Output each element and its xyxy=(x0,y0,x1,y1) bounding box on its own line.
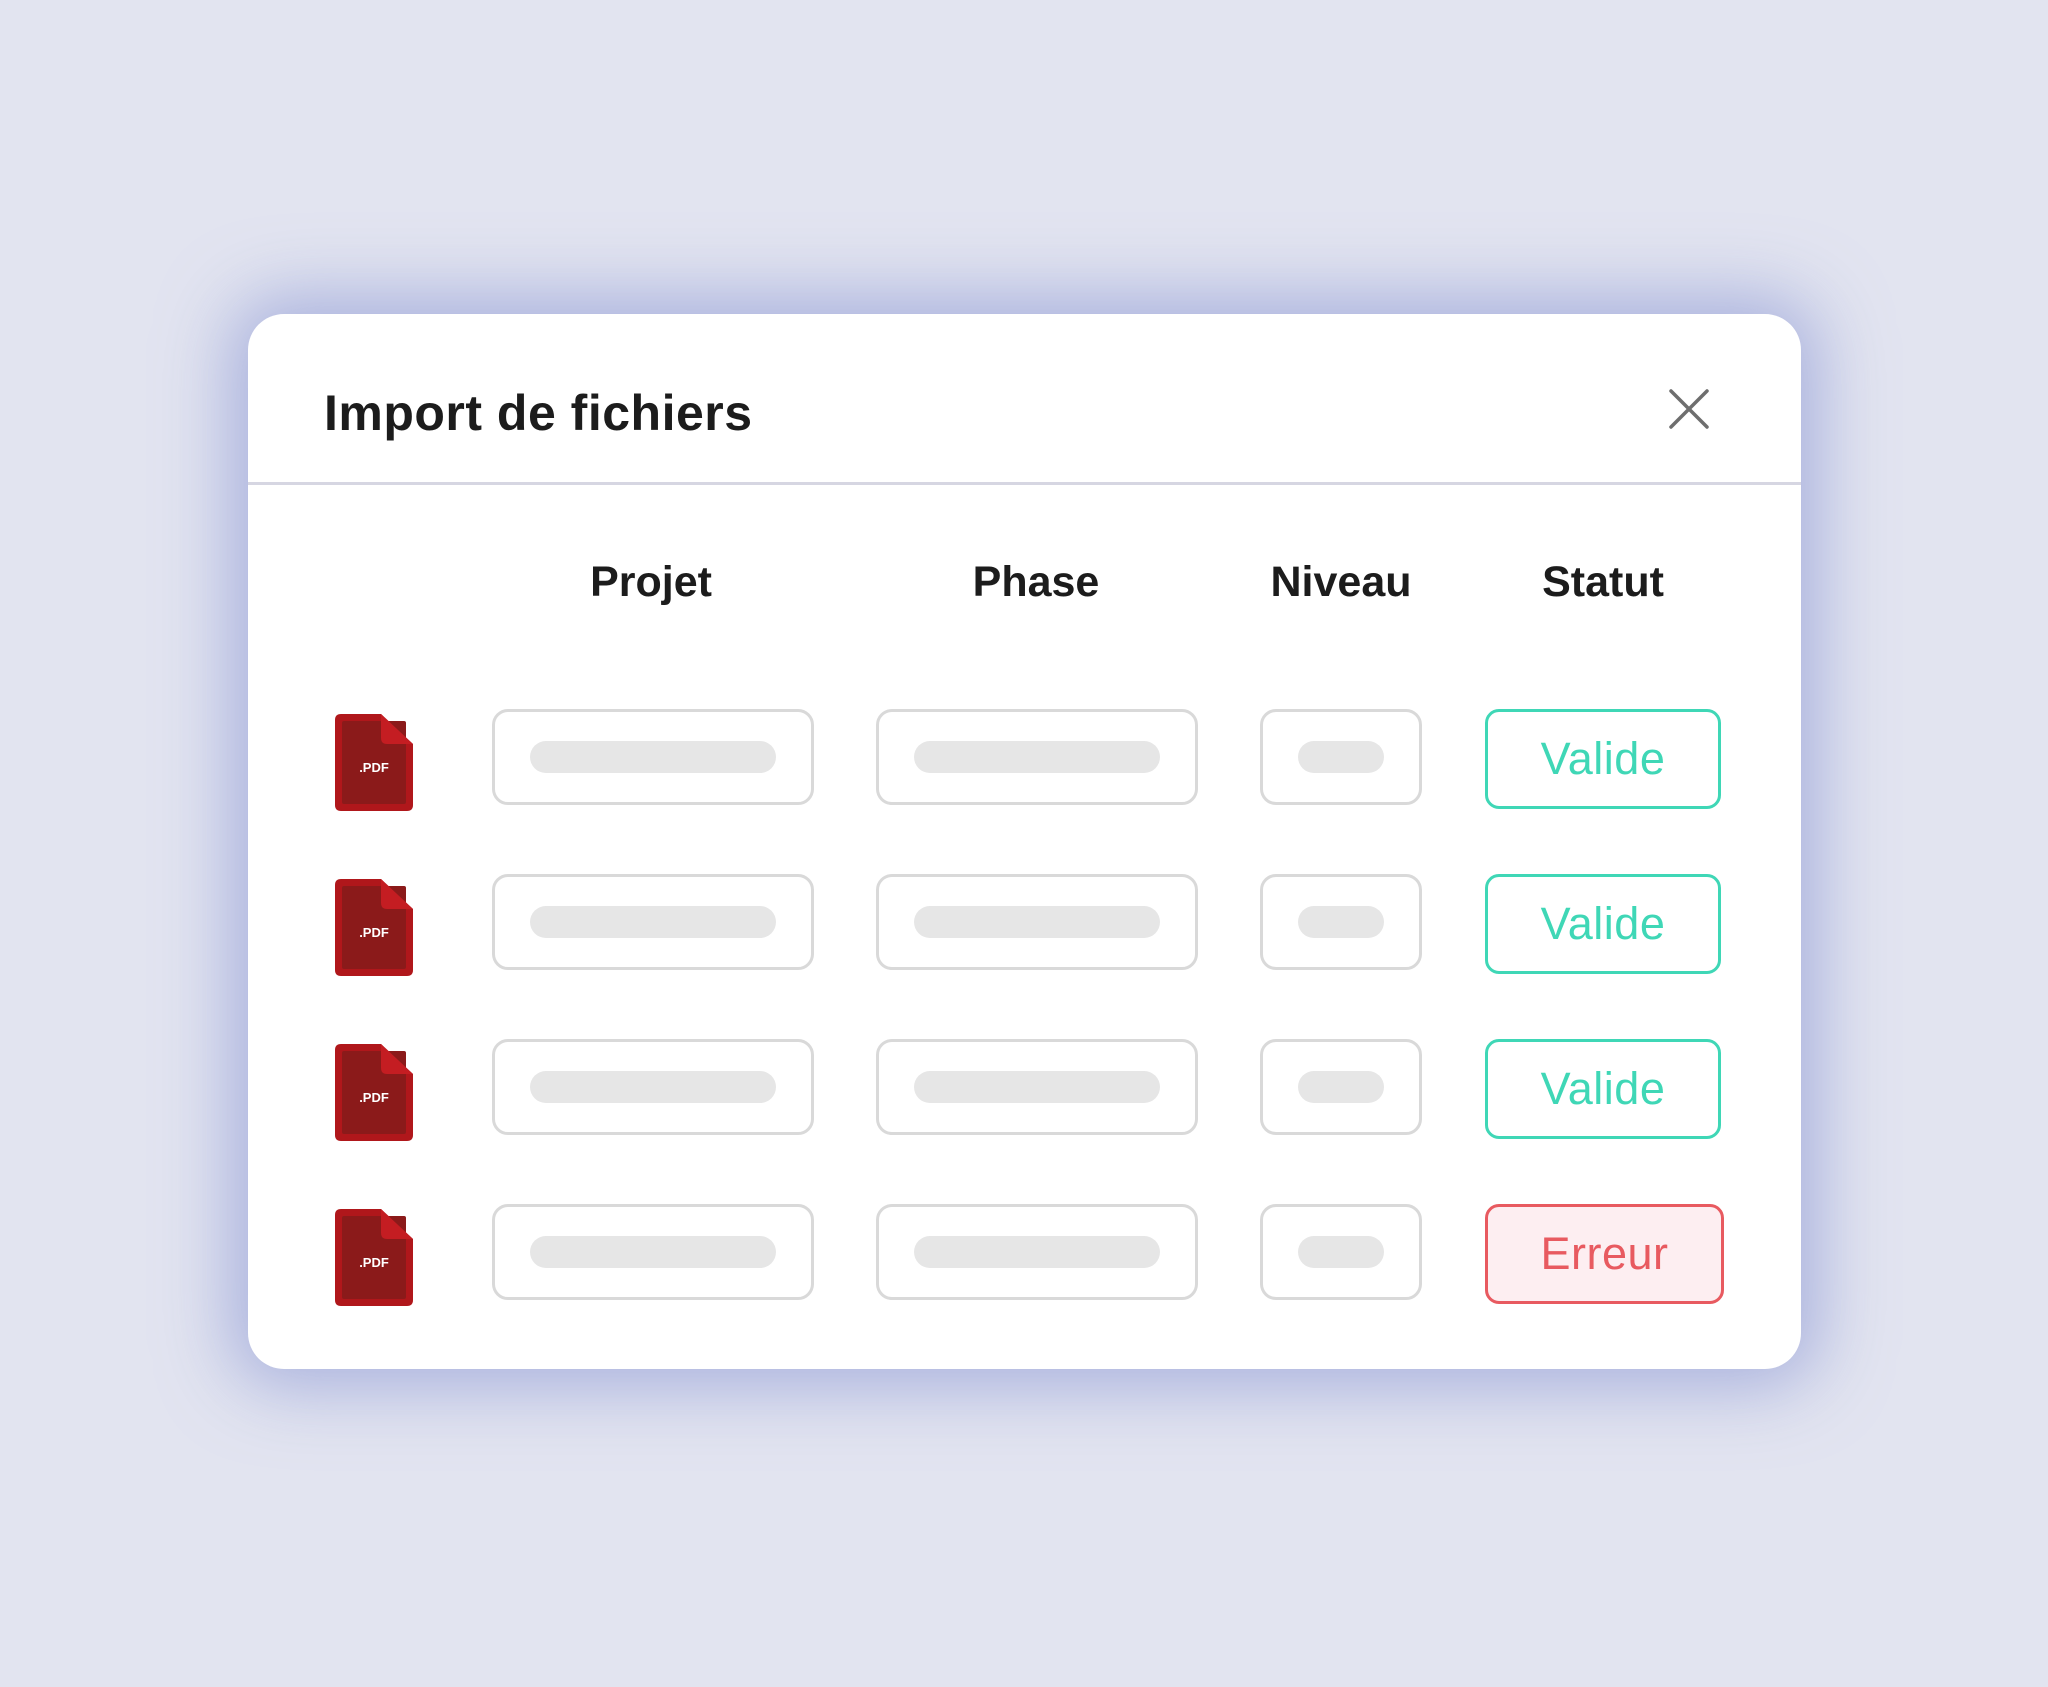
column-header-niveau: Niveau xyxy=(1270,558,1412,606)
status-badge: Valide xyxy=(1485,874,1721,974)
placeholder-bar xyxy=(530,1236,776,1268)
placeholder-bar xyxy=(914,1071,1160,1103)
table-row: .PDF Valide xyxy=(248,874,1801,984)
column-header-projet: Projet xyxy=(590,558,712,606)
table-row: .PDF Erreur xyxy=(248,1204,1801,1314)
file-type-label: .PDF xyxy=(359,1090,389,1105)
status-badge-error: Erreur xyxy=(1485,1204,1724,1304)
pdf-file-icon: .PDF xyxy=(335,1044,413,1141)
file-type-label: .PDF xyxy=(359,1255,389,1270)
close-button[interactable] xyxy=(1658,378,1720,440)
import-dialog: Import de fichiers Projet Phase Niveau S… xyxy=(248,314,1801,1369)
placeholder-bar xyxy=(1298,1071,1384,1103)
placeholder-bar xyxy=(1298,741,1384,773)
pdf-file-icon: .PDF xyxy=(335,879,413,976)
placeholder-bar xyxy=(1298,906,1384,938)
niveau-field[interactable] xyxy=(1260,1204,1422,1300)
phase-field[interactable] xyxy=(876,1204,1198,1300)
placeholder-bar xyxy=(914,741,1160,773)
niveau-field[interactable] xyxy=(1260,709,1422,805)
file-type-label: .PDF xyxy=(359,760,389,775)
file-type-label: .PDF xyxy=(359,925,389,940)
niveau-field[interactable] xyxy=(1260,1039,1422,1135)
pdf-file-icon: .PDF xyxy=(335,1209,413,1306)
niveau-field[interactable] xyxy=(1260,874,1422,970)
projet-field[interactable] xyxy=(492,1039,814,1135)
column-header-statut: Statut xyxy=(1542,558,1664,606)
placeholder-bar xyxy=(530,1071,776,1103)
phase-field[interactable] xyxy=(876,1039,1198,1135)
dialog-header: Import de fichiers xyxy=(248,314,1801,485)
placeholder-bar xyxy=(914,1236,1160,1268)
table-row: .PDF Valide xyxy=(248,709,1801,819)
dialog-title: Import de fichiers xyxy=(324,385,753,441)
table-row: .PDF Valide xyxy=(248,1039,1801,1149)
placeholder-bar xyxy=(914,906,1160,938)
close-icon xyxy=(1669,389,1709,429)
column-header-phase: Phase xyxy=(972,558,1100,606)
phase-field[interactable] xyxy=(876,709,1198,805)
pdf-file-icon: .PDF xyxy=(335,714,413,811)
projet-field[interactable] xyxy=(492,874,814,970)
placeholder-bar xyxy=(530,906,776,938)
placeholder-bar xyxy=(530,741,776,773)
projet-field[interactable] xyxy=(492,709,814,805)
projet-field[interactable] xyxy=(492,1204,814,1300)
status-badge: Valide xyxy=(1485,1039,1721,1139)
phase-field[interactable] xyxy=(876,874,1198,970)
placeholder-bar xyxy=(1298,1236,1384,1268)
status-badge: Valide xyxy=(1485,709,1721,809)
